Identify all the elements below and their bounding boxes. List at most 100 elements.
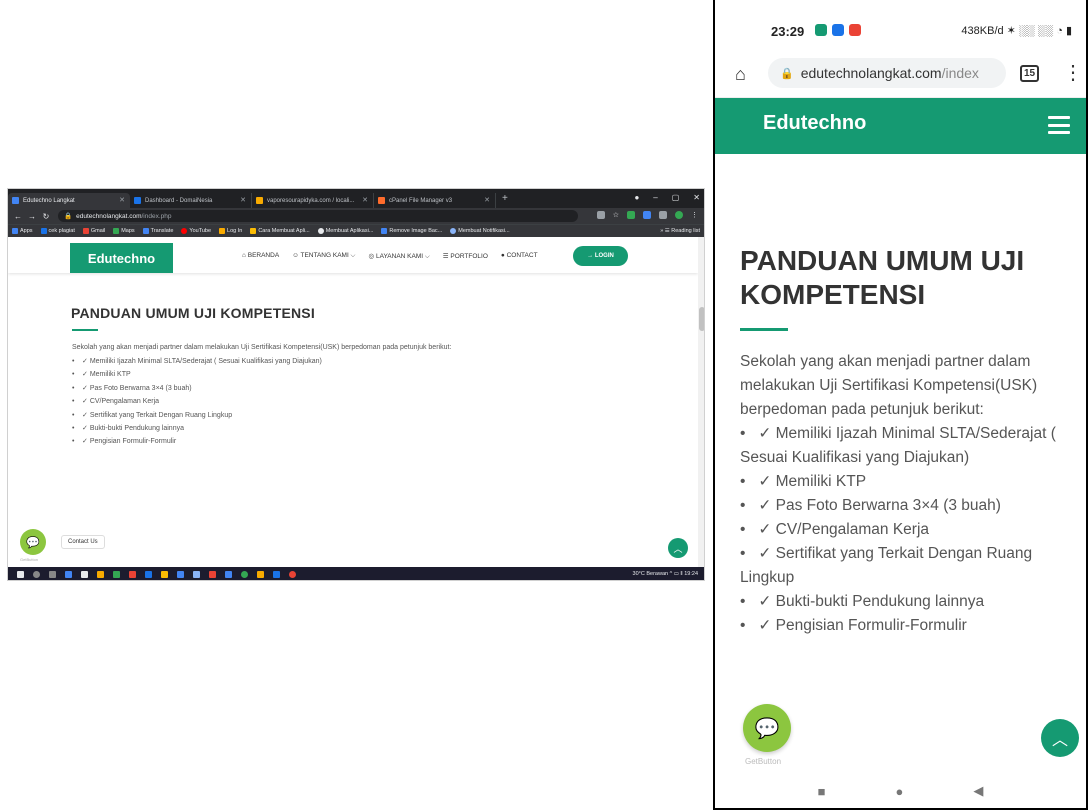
bookmark-item[interactable]: Log In xyxy=(219,228,242,234)
extension-icon[interactable] xyxy=(643,211,651,219)
close-icon[interactable]: ✕ xyxy=(240,196,246,204)
bookmark-item[interactable]: Membuat Notifikasi... xyxy=(450,228,510,234)
taskbar-app-icon[interactable] xyxy=(209,571,216,578)
taskbar-app-icon[interactable] xyxy=(161,571,168,578)
taskbar-app-icon[interactable] xyxy=(129,571,136,578)
bookmark-item[interactable]: Gmail xyxy=(82,228,105,234)
close-icon[interactable]: ✕ xyxy=(484,196,490,204)
contact-us-tooltip[interactable]: Contact Us xyxy=(61,535,105,549)
taskbar-app-icon[interactable] xyxy=(65,571,72,578)
translate-icon[interactable] xyxy=(596,211,605,219)
back-icon[interactable]: ← xyxy=(14,212,22,221)
tab-strip: Edutechno Langkat ✕ Dashboard - DomaiNes… xyxy=(8,189,704,208)
login-button[interactable]: → LOGIN xyxy=(573,246,628,266)
page-viewport: Edutechno ⌂ BERANDA ☺ TENTANG KAMI ⌵ ◎ L… xyxy=(8,237,704,567)
reload-icon[interactable]: ↻ xyxy=(42,212,50,221)
new-tab-icon[interactable]: + xyxy=(502,193,508,204)
taskbar-app-icon[interactable] xyxy=(81,571,88,578)
list-item-text: Memiliki KTP xyxy=(89,371,131,379)
tab-title: cPanel File Manager v3 xyxy=(389,197,453,204)
search-icon[interactable] xyxy=(33,571,40,578)
recents-icon[interactable]: ■ xyxy=(818,784,826,799)
nav-contact[interactable]: ● CONTACT xyxy=(501,252,538,261)
maximize-icon[interactable]: ▢ xyxy=(672,193,680,202)
folder-icon[interactable] xyxy=(97,571,104,578)
bookmark-label: Remove Image Bac... xyxy=(389,228,443,234)
notification-icon xyxy=(849,24,861,36)
bookmark-icon xyxy=(381,228,388,234)
bookmark-item[interactable]: Remove Image Bac... xyxy=(381,228,442,234)
chat-widget-button[interactable]: 💬 xyxy=(20,529,46,555)
scrollbar-thumb[interactable] xyxy=(699,307,704,331)
bookmark-item[interactable]: cek plagiat xyxy=(40,228,75,234)
close-icon[interactable]: ✕ xyxy=(362,196,368,204)
favicon-icon xyxy=(134,197,141,204)
scrollbar[interactable] xyxy=(698,237,704,567)
close-icon[interactable]: ✕ xyxy=(119,196,125,204)
bookmark-icon xyxy=(250,228,257,234)
url-input[interactable]: 🔒 edutechnolangkat.com/index xyxy=(768,58,1006,88)
tab-switcher-button[interactable]: 15 xyxy=(1020,65,1039,82)
home-icon[interactable]: ⌂ xyxy=(735,64,746,85)
close-window-icon[interactable]: ✕ xyxy=(693,193,700,202)
tab-phpmyadmin[interactable]: vaporesourapidyka.com / locali... ✕ xyxy=(252,193,374,208)
home-button-icon[interactable]: ● xyxy=(896,784,904,799)
bookmark-label: Log In xyxy=(227,228,243,234)
menu-icon[interactable]: ⋮ xyxy=(691,211,698,219)
site-logo[interactable]: Edutechno xyxy=(70,243,173,273)
list-item: • ✓ Memiliki Ijazah Minimal SLTA/Sederaja… xyxy=(72,358,322,365)
back-icon[interactable]: ◀ xyxy=(973,783,983,799)
taskbar-app-icon[interactable] xyxy=(193,571,200,578)
puzzle-icon[interactable] xyxy=(659,211,667,219)
profile-icon[interactable]: ● xyxy=(634,193,639,202)
nav-tentang-kami[interactable]: ☺ TENTANG KAMI ⌵ xyxy=(292,252,355,261)
bookmark-item[interactable]: Translate xyxy=(142,228,173,234)
status-time: 23:29 xyxy=(771,24,805,39)
apps-icon xyxy=(12,228,18,234)
taskbar-app-icon[interactable] xyxy=(257,571,264,578)
back-to-top-button[interactable]: ︿ xyxy=(668,538,688,558)
chrome-icon[interactable] xyxy=(241,571,248,578)
system-tray[interactable]: 30°C Berawan ^ ▭ ‖ 19:24 xyxy=(633,571,698,577)
tab-cpanel[interactable]: cPanel File Manager v3 ✕ xyxy=(374,193,496,208)
nav-layanan-kami[interactable]: ◎ LAYANAN KAMI ⌵ xyxy=(369,252,430,261)
bookmark-item[interactable]: Apps xyxy=(12,228,33,234)
avatar[interactable] xyxy=(675,211,683,219)
list-item-text: Pas Foto Berwarna 3×4 (3 buah) xyxy=(89,384,192,392)
forward-icon[interactable]: → xyxy=(28,212,36,221)
task-view-icon[interactable] xyxy=(49,571,56,578)
taskbar-app-icon[interactable] xyxy=(225,571,232,578)
tab-edutechno[interactable]: Edutechno Langkat ✕ xyxy=(8,193,130,208)
nav-portfolio[interactable]: ☰ PORTFOLIO xyxy=(443,252,488,261)
extension-icon[interactable] xyxy=(627,211,635,219)
bookmark-item[interactable]: Cara Membuat Apli... xyxy=(250,228,310,234)
translate-icon xyxy=(142,228,149,234)
youtube-icon xyxy=(181,228,188,234)
bookmark-item[interactable]: Membuat Aplikasi... xyxy=(317,228,373,234)
taskbar-app-icon[interactable] xyxy=(177,571,184,578)
nav-beranda[interactable]: ⌂ BERANDA xyxy=(242,252,279,261)
site-logo[interactable]: Edutechno xyxy=(763,112,866,135)
bookmark-item[interactable]: YouTube xyxy=(181,228,211,234)
taskbar-app-icon[interactable] xyxy=(145,571,152,578)
list-item-text: Sertifikat yang Terkait Dengan Ruang Lin… xyxy=(89,411,233,419)
url-host: edutechnolangkat.com xyxy=(800,65,942,81)
more-menu-icon[interactable]: ⋮ xyxy=(1063,60,1083,85)
taskbar-app-icon[interactable] xyxy=(273,571,280,578)
hamburger-menu-icon[interactable] xyxy=(1048,116,1070,134)
tab-dashboard[interactable]: Dashboard - DomaiNesia ✕ xyxy=(130,193,252,208)
back-to-top-button[interactable]: ︿ xyxy=(1041,719,1079,757)
start-icon[interactable] xyxy=(17,571,24,578)
bookmark-icon xyxy=(40,228,47,234)
bookmark-item[interactable]: Maps xyxy=(113,228,135,234)
chat-widget-button[interactable]: 💬 xyxy=(743,704,791,752)
requirements-list: • ✓ Memiliki Ijazah Minimal SLTA/Sederaj… xyxy=(740,422,1070,638)
taskbar-app-icon[interactable] xyxy=(113,571,120,578)
url-input[interactable]: 🔒 edutechnolangkat.com/index.php xyxy=(58,210,578,222)
star-icon[interactable]: ☆ xyxy=(613,211,619,219)
taskbar-app-icon[interactable] xyxy=(289,571,296,578)
site-navbar: Edutechno ⌂ BERANDA ☺ TENTANG KAMI ⌵ ◎ L… xyxy=(8,237,698,273)
minimize-icon[interactable]: – xyxy=(653,193,657,202)
list-item: • ✓ CV/Pengalaman Kerja xyxy=(740,521,930,538)
reading-list-button[interactable]: » ☰ Reading list xyxy=(660,228,700,234)
